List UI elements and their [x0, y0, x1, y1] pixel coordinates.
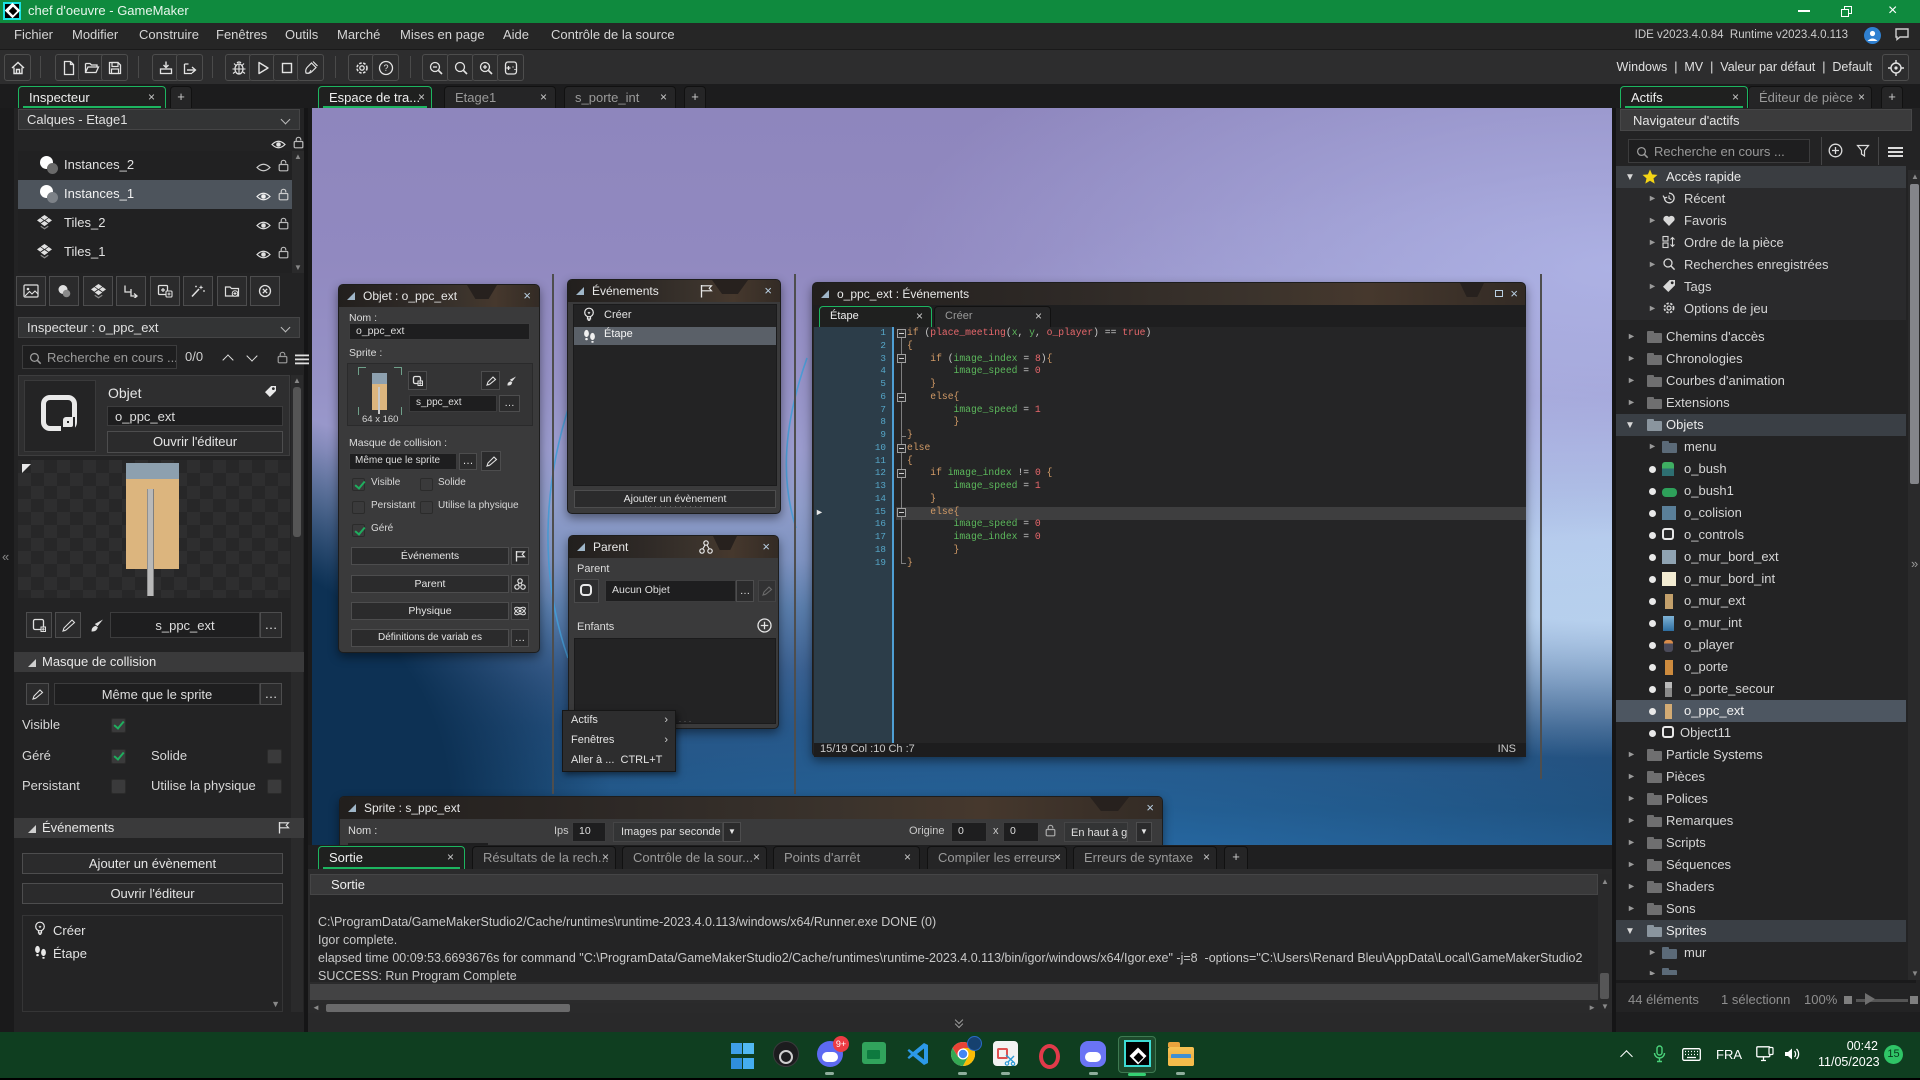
svg-text:?: ?: [383, 63, 388, 73]
